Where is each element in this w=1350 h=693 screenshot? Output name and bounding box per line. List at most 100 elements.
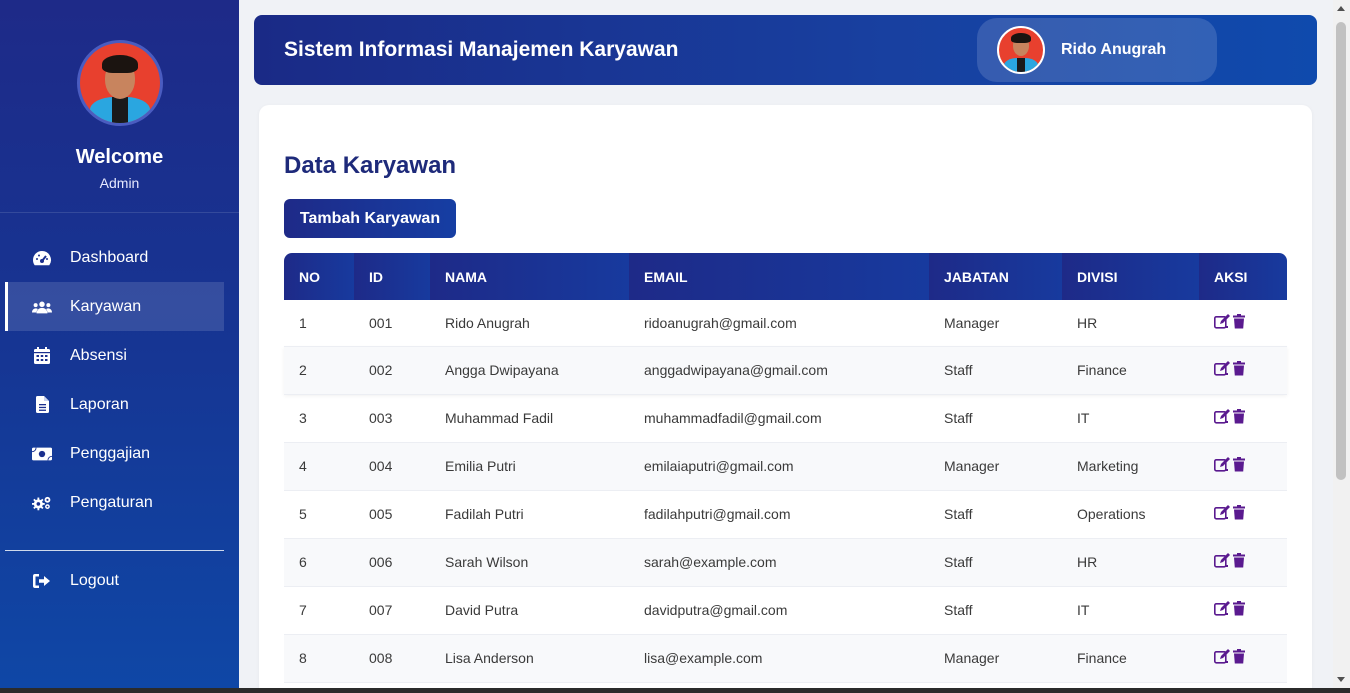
cell-nama: Emilia Putri: [430, 442, 629, 491]
column-header[interactable]: DIVISI: [1062, 253, 1199, 300]
cell-actions: [1199, 442, 1287, 491]
trash-icon[interactable]: [1233, 553, 1245, 568]
table-row: 6 006 Sarah Wilson sarah@example.com Staff HR: [284, 538, 1287, 587]
welcome-text: Welcome: [75, 146, 164, 168]
cell-actions: [1199, 300, 1287, 347]
sidebar-item-absensi[interactable]: Absensi: [5, 331, 224, 380]
edit-icon[interactable]: [1214, 457, 1231, 472]
sidebar-menu: Dashboard Karyawan Absensi Laporan Pengg…: [0, 213, 239, 527]
cell-actions: [1199, 346, 1287, 395]
cell-no: 8: [284, 634, 354, 683]
column-header[interactable]: NAMA: [430, 253, 629, 300]
users-icon: [32, 297, 52, 317]
edit-icon[interactable]: [1214, 313, 1231, 329]
sidebar-item-label: Dashboard: [70, 248, 149, 266]
avatar: [997, 26, 1045, 74]
table-row: 3 003 Muhammad Fadil muhammadfadil@gmail.co…: [284, 394, 1287, 443]
cell-divisi: IT: [1062, 394, 1199, 443]
add-employee-button[interactable]: Tambah Karyawan: [284, 199, 456, 238]
edit-icon[interactable]: [1214, 505, 1231, 520]
cell-email: sarah@example.com: [629, 538, 929, 587]
cell-jabatan: Manager: [929, 442, 1062, 491]
cell-email: muhammadfadil@gmail.com: [629, 394, 929, 443]
cell-email: lisa@example.com: [629, 634, 929, 683]
cell-email: fadilahputri@gmail.com: [629, 490, 929, 539]
cell-jabatan: Manager: [929, 300, 1062, 347]
cell-nama: Fadilah Putri: [430, 490, 629, 539]
cell-no: 4: [284, 442, 354, 491]
column-header[interactable]: JABATAN: [929, 253, 1062, 300]
cell-jabatan: Staff: [929, 490, 1062, 539]
sidebar-item-label: Pengaturan: [70, 493, 153, 511]
cell-jabatan: Staff: [929, 586, 1062, 635]
cell-email: ridoanugrah@gmail.com: [629, 300, 929, 347]
page-scrollbar[interactable]: [1333, 0, 1350, 688]
table-row: 7 007 David Putra davidputra@gmail.com Staff…: [284, 586, 1287, 635]
cell-no: 6: [284, 538, 354, 587]
edit-icon[interactable]: [1214, 553, 1231, 568]
cell-email: emilaiaputri@gmail.com: [629, 442, 929, 491]
sidebar-item-label: Absensi: [70, 346, 127, 364]
sidebar-divider: [5, 550, 224, 551]
table-header-row: NO ID NAMA EMAIL JABATAN DIVISI AKSI: [284, 253, 1287, 300]
trash-icon[interactable]: [1233, 505, 1245, 520]
trash-icon[interactable]: [1233, 409, 1245, 424]
user-profile-chip[interactable]: Rido Anugrah: [977, 18, 1217, 82]
trash-icon[interactable]: [1233, 601, 1245, 616]
trash-icon[interactable]: [1233, 313, 1245, 329]
edit-icon[interactable]: [1214, 601, 1231, 616]
sidebar-item-label: Karyawan: [70, 297, 142, 315]
column-header[interactable]: NO: [284, 253, 354, 300]
column-header[interactable]: ID: [354, 253, 430, 300]
cell-email: davidputra@gmail.com: [629, 586, 929, 635]
cell-nama: David Putra: [430, 586, 629, 635]
column-header[interactable]: EMAIL: [629, 253, 929, 300]
calendar-icon: [32, 346, 52, 366]
sidebar-item-penggajian[interactable]: Penggajian: [5, 429, 224, 478]
sidebar-profile: Welcome Admin: [0, 0, 239, 213]
sidebar-item-dashboard[interactable]: Dashboard: [5, 233, 224, 282]
edit-icon[interactable]: [1214, 649, 1231, 664]
cell-no: 1: [284, 300, 354, 347]
section-title: Data Karyawan: [284, 152, 457, 179]
table-row: 2 002 Angga Dwipayana anggadwipayana@gmail.…: [284, 346, 1287, 395]
tachometer-icon: [32, 248, 52, 268]
edit-icon[interactable]: [1214, 409, 1231, 424]
money-icon: [32, 444, 52, 464]
cell-no: 3: [284, 394, 354, 443]
cell-jabatan: Staff: [929, 346, 1062, 395]
cell-no: 7: [284, 586, 354, 635]
edit-icon[interactable]: [1214, 361, 1231, 376]
scrollbar-thumb[interactable]: [1336, 22, 1346, 480]
sidebar-item-label: Penggajian: [70, 444, 151, 462]
trash-icon[interactable]: [1233, 649, 1245, 664]
cell-actions: [1199, 538, 1287, 587]
table-row: 4 004 Emilia Putri emilaiaputri@gmail.com Ma…: [284, 442, 1287, 491]
cell-actions: [1199, 634, 1287, 683]
window-bottom-edge: [0, 688, 1350, 693]
sidebar-item-karyawan[interactable]: Karyawan: [5, 282, 224, 331]
cell-divisi: Operations: [1062, 490, 1199, 539]
sidebar-item-laporan[interactable]: Laporan: [5, 380, 224, 429]
table-row: 5 005 Fadilah Putri fadilahputri@gmail.com S…: [284, 490, 1287, 539]
cell-id: 003: [354, 394, 430, 443]
cell-jabatan: Staff: [929, 538, 1062, 587]
trash-icon[interactable]: [1233, 361, 1245, 376]
scroll-up-arrow-icon[interactable]: [1337, 6, 1345, 11]
cell-nama: Sarah Wilson: [430, 538, 629, 587]
cell-nama: Lisa Anderson: [430, 634, 629, 683]
logout-button[interactable]: Logout: [5, 556, 224, 605]
cell-divisi: HR: [1062, 538, 1199, 587]
sidebar-item-label: Laporan: [70, 395, 129, 413]
cell-id: 006: [354, 538, 430, 587]
scroll-down-arrow-icon[interactable]: [1337, 677, 1345, 682]
sidebar-item-pengaturan[interactable]: Pengaturan: [5, 478, 224, 527]
cell-id: 007: [354, 586, 430, 635]
employee-table: NO ID NAMA EMAIL JABATAN DIVISI AKSI 1 00…: [284, 253, 1287, 683]
cell-nama: Rido Anugrah: [430, 300, 629, 347]
cell-id: 008: [354, 634, 430, 683]
cell-actions: [1199, 490, 1287, 539]
cell-nama: Muhammad Fadil: [430, 394, 629, 443]
trash-icon[interactable]: [1233, 457, 1245, 472]
page-title: Sistem Informasi Manajemen Karyawan: [284, 38, 679, 61]
